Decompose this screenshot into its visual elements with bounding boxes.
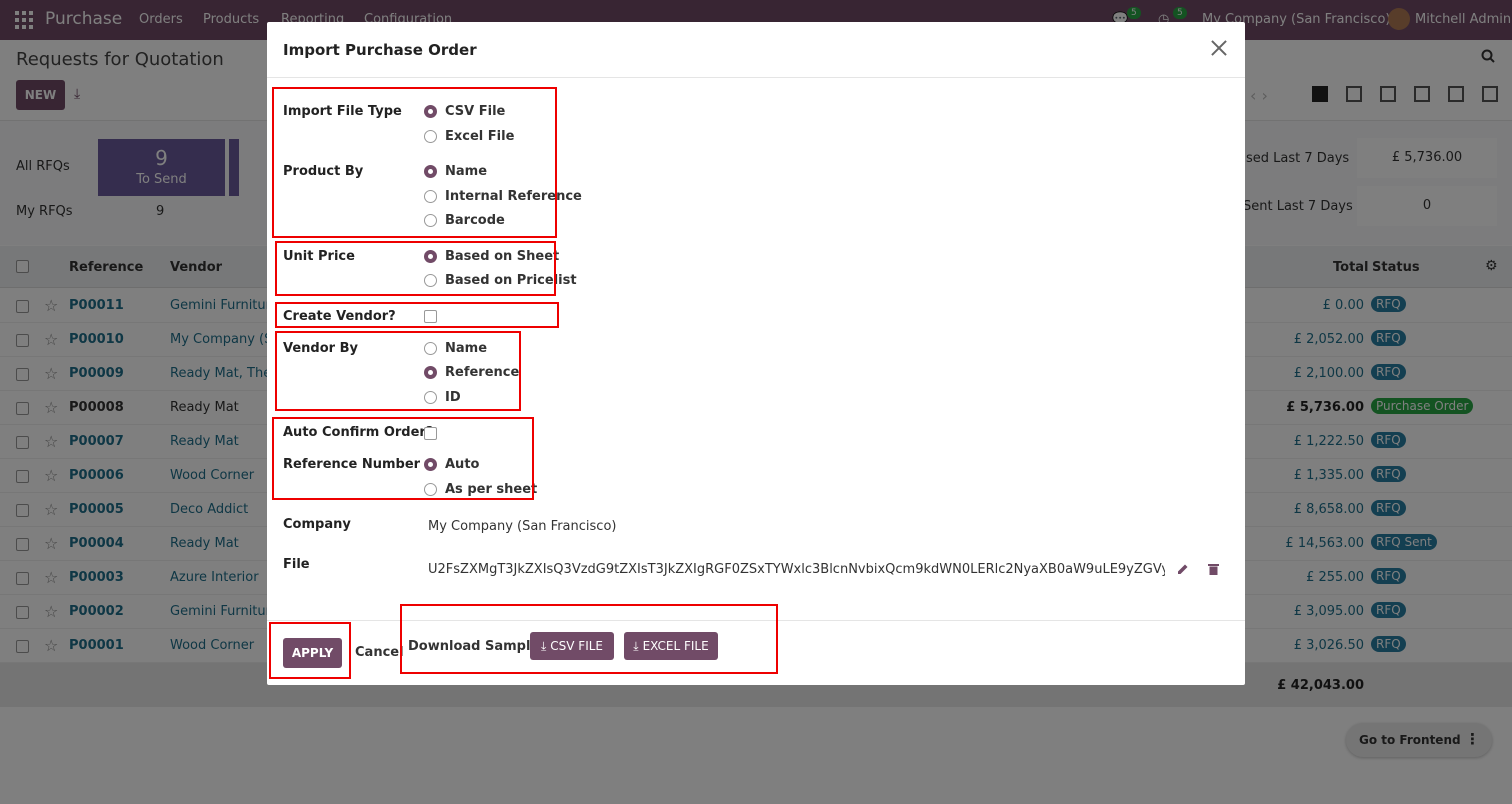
annotation-box — [272, 87, 557, 238]
annotation-box — [272, 417, 534, 500]
close-icon[interactable] — [1211, 40, 1227, 56]
company-label: Company — [283, 517, 351, 532]
cancel-button[interactable]: Cancel — [355, 645, 404, 660]
company-value[interactable]: My Company (San Francisco) — [428, 519, 616, 534]
dialog-title: Import Purchase Order — [283, 41, 477, 59]
file-label: File — [283, 557, 310, 572]
trash-icon[interactable] — [1208, 563, 1219, 575]
dialog-header: Import Purchase Order — [267, 22, 1245, 78]
annotation-box — [275, 241, 556, 296]
annotation-box — [275, 302, 559, 328]
annotation-box — [275, 331, 521, 411]
file-value[interactable]: U2FsZXMgT3JkZXIsQ3VzdG9tZXIsT3JkZXIgRGF0… — [428, 562, 1165, 577]
annotation-box — [400, 604, 778, 674]
pencil-icon[interactable] — [1177, 563, 1189, 575]
annotation-box — [269, 622, 351, 679]
